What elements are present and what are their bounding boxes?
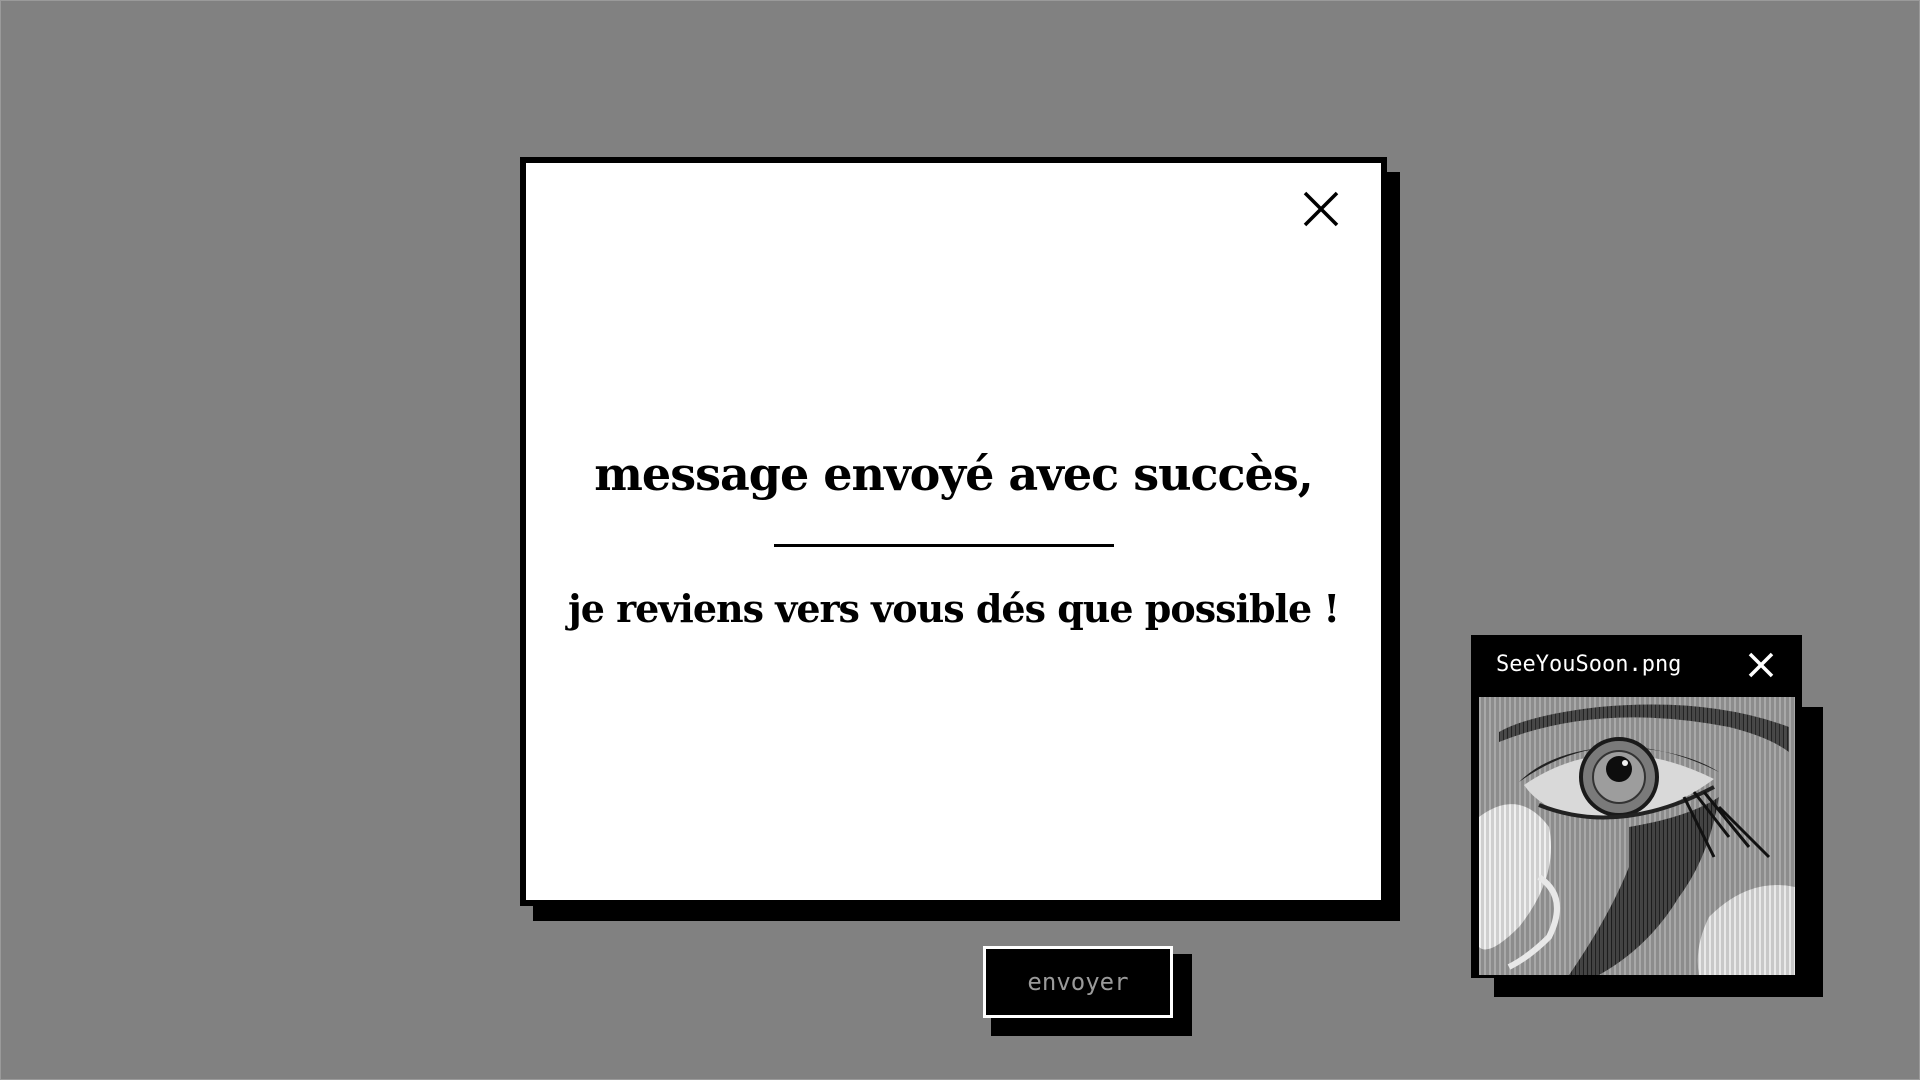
divider bbox=[774, 544, 1114, 547]
success-dialog: message envoyé avec succès, je reviens v… bbox=[520, 157, 1387, 906]
eye-image bbox=[1479, 697, 1795, 975]
image-window-title: SeeYouSoon.png bbox=[1496, 652, 1682, 677]
close-icon[interactable] bbox=[1747, 651, 1775, 679]
dialog-message: je reviens vers vous dés que possible ! bbox=[567, 586, 1340, 631]
image-window-titlebar[interactable]: SeeYouSoon.png bbox=[1474, 638, 1799, 694]
image-window[interactable]: SeeYouSoon.png bbox=[1471, 635, 1802, 978]
send-button[interactable]: envoyer bbox=[983, 946, 1173, 1018]
dialog-title: message envoyé avec succès, bbox=[594, 447, 1313, 501]
close-icon[interactable] bbox=[1301, 189, 1341, 229]
